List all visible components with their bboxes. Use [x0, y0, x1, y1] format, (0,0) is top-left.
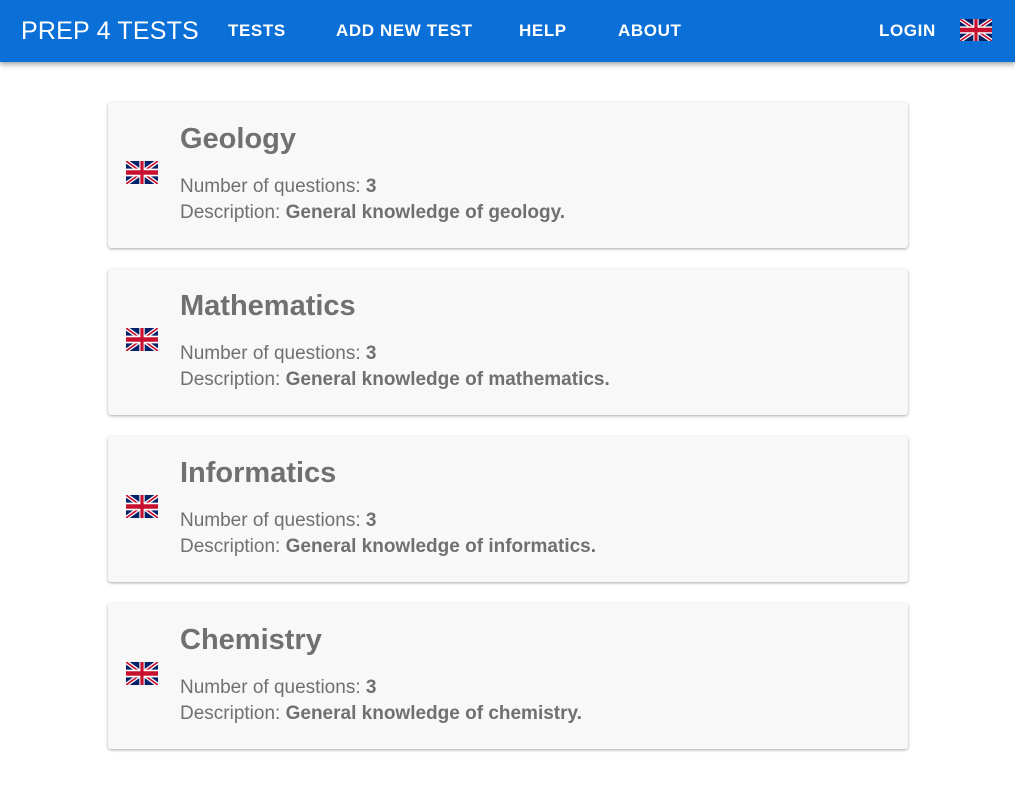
test-description: Description: General knowledge of inform…: [180, 535, 596, 559]
question-count-value: 3: [365, 343, 377, 364]
test-title: Mathematics: [180, 290, 356, 322]
description-label: Description:: [180, 369, 286, 390]
description-label: Description:: [180, 202, 286, 223]
question-count: Number of questions: 3: [180, 509, 376, 533]
test-card-chemistry[interactable]: Chemistry Number of questions: 3 Descrip…: [108, 603, 908, 749]
uk-flag-icon: [126, 161, 158, 184]
uk-flag-icon: [126, 662, 158, 685]
test-description: Description: General knowledge of chemis…: [180, 702, 582, 726]
test-title: Geology: [180, 123, 297, 155]
question-count-label: Number of questions:: [180, 343, 366, 364]
uk-flag-icon: [126, 328, 158, 351]
test-title: Chemistry: [180, 624, 322, 656]
test-card-informatics[interactable]: Informatics Number of questions: 3 Descr…: [108, 436, 908, 582]
app-bar: PREP 4 TESTS TESTS ADD NEW TEST HELP ABO…: [0, 0, 1015, 62]
question-count-value: 3: [365, 176, 377, 197]
uk-flag-icon: [126, 495, 158, 518]
uk-flag-icon[interactable]: [960, 19, 992, 41]
test-card-mathematics[interactable]: Mathematics Number of questions: 3 Descr…: [108, 269, 908, 415]
question-count-value: 3: [365, 677, 377, 698]
test-title: Informatics: [180, 457, 337, 489]
test-description: Description: General knowledge of mathem…: [180, 368, 610, 392]
question-count-label: Number of questions:: [180, 510, 366, 531]
test-description: Description: General knowledge of geolog…: [180, 201, 565, 225]
test-card-geology[interactable]: Geology Number of questions: 3 Descripti…: [108, 102, 908, 248]
nav-tests[interactable]: TESTS: [228, 20, 286, 42]
nav-about[interactable]: ABOUT: [618, 20, 681, 42]
nav-add-new-test[interactable]: ADD NEW TEST: [336, 20, 473, 42]
question-count-label: Number of questions:: [180, 677, 366, 698]
nav-help[interactable]: HELP: [519, 20, 567, 42]
question-count: Number of questions: 3: [180, 175, 376, 199]
question-count: Number of questions: 3: [180, 676, 376, 700]
question-count-label: Number of questions:: [180, 176, 366, 197]
description-label: Description:: [180, 536, 286, 557]
description-label: Description:: [180, 703, 286, 724]
description-value: General knowledge of mathematics.: [285, 369, 610, 390]
brand-link[interactable]: PREP 4 TESTS: [21, 16, 199, 46]
question-count: Number of questions: 3: [180, 342, 376, 366]
description-value: General knowledge of informatics.: [285, 536, 597, 557]
description-value: General knowledge of chemistry.: [285, 703, 582, 724]
question-count-value: 3: [365, 510, 377, 531]
nav-login[interactable]: LOGIN: [879, 20, 936, 42]
description-value: General knowledge of geology.: [285, 202, 566, 223]
